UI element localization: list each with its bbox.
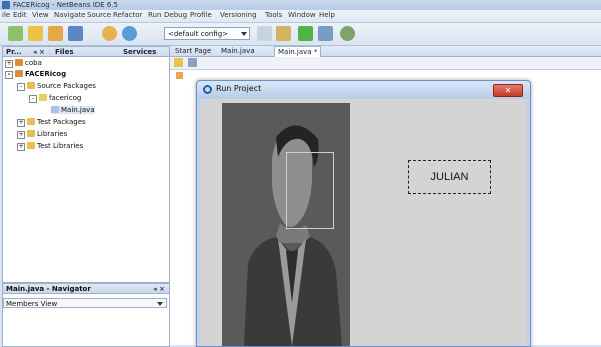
expand-icon[interactable]: + xyxy=(5,60,13,68)
collapse-icon[interactable]: - xyxy=(29,95,37,103)
editor-toolbar xyxy=(170,57,601,70)
tree-node-facericog-project[interactable]: - FACERicog xyxy=(5,70,66,79)
dialog-title-bar[interactable]: Run Project ✕ xyxy=(197,81,530,99)
save-all-icon[interactable] xyxy=(68,26,83,41)
navigator-title: Main.java - Navigator xyxy=(6,285,91,293)
tree-node-test-libraries[interactable]: + Test Libraries xyxy=(17,142,83,151)
tab-main-java-modified[interactable]: Main.java * xyxy=(274,46,322,57)
library-icon xyxy=(27,130,35,137)
history-icon[interactable] xyxy=(188,58,197,67)
tab-main-java[interactable]: Main.java xyxy=(218,46,258,56)
folder-icon xyxy=(27,118,35,125)
main-toolbar: <default config> xyxy=(0,23,601,46)
library-icon xyxy=(27,142,35,149)
build-icon[interactable] xyxy=(276,26,291,41)
open-project-icon[interactable] xyxy=(48,26,63,41)
menu-refactor[interactable]: Refactor xyxy=(113,11,142,19)
menu-edit[interactable]: Edit xyxy=(13,11,27,19)
chevron-down-icon xyxy=(157,302,163,306)
menu-navigate[interactable]: Navigate xyxy=(54,11,85,19)
menu-file[interactable]: ile xyxy=(2,11,10,19)
menu-debug[interactable]: Debug xyxy=(164,11,187,19)
recognized-name-label: JULIAN xyxy=(408,160,491,194)
new-file-icon[interactable] xyxy=(8,26,23,41)
collapse-icon[interactable]: - xyxy=(5,71,13,79)
collapse-icon[interactable]: - xyxy=(17,83,25,91)
expand-icon[interactable]: + xyxy=(17,119,25,127)
source-view-icon[interactable] xyxy=(174,58,183,67)
tab-start-page[interactable]: Start Page xyxy=(172,46,214,56)
menu-run[interactable]: Run xyxy=(148,11,161,19)
navigator-controls-icon[interactable]: ◂ × xyxy=(153,284,165,294)
expand-icon[interactable]: + xyxy=(17,131,25,139)
tree-node-test-packages[interactable]: + Test Packages xyxy=(17,118,86,127)
tree-node-coba[interactable]: + coba xyxy=(5,59,42,68)
package-icon xyxy=(39,94,47,101)
clean-build-icon[interactable] xyxy=(257,26,272,41)
project-icon xyxy=(15,59,23,66)
config-select-value: <default config> xyxy=(168,30,229,38)
dialog-title: Run Project xyxy=(216,84,262,93)
undo-icon[interactable] xyxy=(102,26,117,41)
redo-icon[interactable] xyxy=(122,26,137,41)
dialog-content: JULIAN xyxy=(200,99,527,346)
tree-node-libraries[interactable]: + Libraries xyxy=(17,130,67,139)
chevron-down-icon xyxy=(241,32,247,36)
tree-node-source-packages[interactable]: - Source Packages xyxy=(17,82,96,91)
project-tree: + coba - FACERicog - Source Packages - facer… xyxy=(2,56,170,283)
menu-help[interactable]: Help xyxy=(319,11,335,19)
netbeans-icon xyxy=(2,1,10,9)
menu-window[interactable]: Window xyxy=(288,11,316,19)
camera-image xyxy=(222,103,350,346)
tree-node-main-java[interactable]: Main.java xyxy=(51,106,95,114)
menu-profile[interactable]: Profile xyxy=(190,11,212,19)
folder-icon xyxy=(27,82,35,89)
close-button[interactable]: ✕ xyxy=(493,84,523,97)
java-file-icon xyxy=(51,106,59,113)
java-app-icon xyxy=(203,85,212,94)
warning-icon xyxy=(176,72,183,79)
menu-versioning[interactable]: Versioning xyxy=(220,11,257,19)
project-icon xyxy=(15,70,23,77)
tree-node-package-facericog[interactable]: - facericog xyxy=(29,94,81,103)
navigator-view-value: Members View xyxy=(6,300,58,308)
editor-tabs: Start Page Main.java Main.java * xyxy=(170,46,601,57)
face-detection-box xyxy=(286,152,334,229)
profile-icon[interactable] xyxy=(340,26,355,41)
run-icon[interactable] xyxy=(298,26,313,41)
menu-tools[interactable]: Tools xyxy=(265,11,282,19)
config-select[interactable]: <default config> xyxy=(164,27,250,40)
navigator-header: Main.java - Navigator ◂ × xyxy=(3,284,169,294)
navigator-view-select[interactable]: Members View xyxy=(3,298,167,308)
window-title: FACERicog - NetBeans IDE 6.5 xyxy=(13,1,118,9)
navigator-panel: Main.java - Navigator ◂ × Members View xyxy=(2,283,170,347)
debug-icon[interactable] xyxy=(318,26,333,41)
expand-icon[interactable]: + xyxy=(17,143,25,151)
run-project-dialog: Run Project ✕ JULIAN xyxy=(196,80,531,347)
menu-view[interactable]: View xyxy=(32,11,49,19)
menu-bar: ile Edit View Navigate Source Refactor R… xyxy=(0,10,601,23)
new-project-icon[interactable] xyxy=(28,26,43,41)
menu-source[interactable]: Source xyxy=(87,11,111,19)
